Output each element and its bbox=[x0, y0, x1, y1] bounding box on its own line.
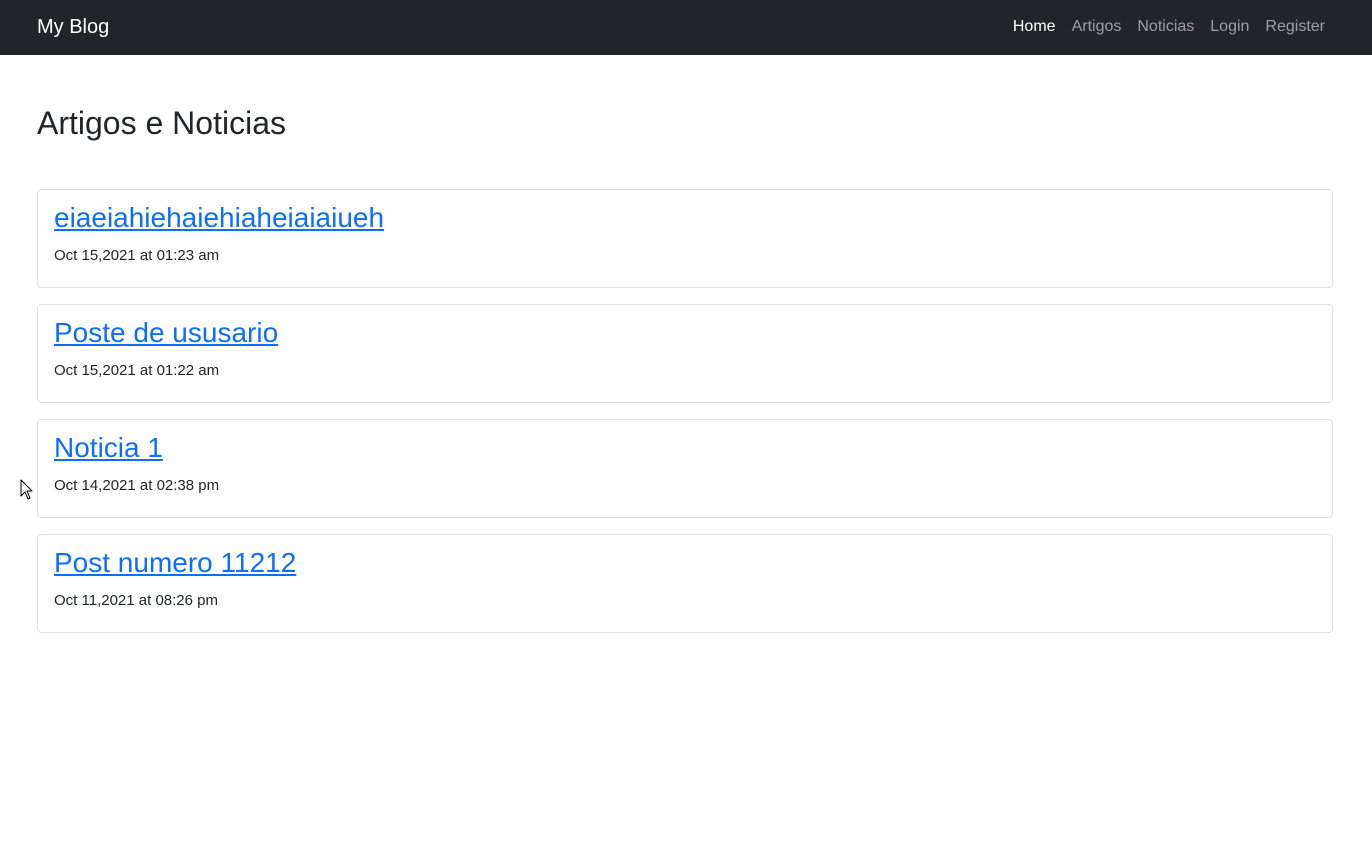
nav-item-noticias: Noticias bbox=[1137, 16, 1194, 38]
brand-link[interactable]: My Blog bbox=[37, 14, 109, 41]
nav-link-login[interactable]: Login bbox=[1210, 18, 1249, 35]
post-card: Noticia 1 Oct 14,2021 at 02:38 pm bbox=[37, 419, 1333, 518]
page-title: Artigos e Noticias bbox=[37, 105, 286, 141]
post-title-link[interactable]: Poste de ususario bbox=[54, 316, 278, 350]
post-title-link[interactable]: Post numero 11212 bbox=[54, 546, 296, 580]
nav-link-home[interactable]: Home bbox=[1013, 18, 1056, 35]
nav-item-login: Login bbox=[1210, 16, 1249, 38]
nav-item-home: Home bbox=[1013, 16, 1056, 38]
post-card: eiaeiahiehaiehiaheiaiaiueh Oct 15,2021 a… bbox=[37, 189, 1333, 288]
top-navbar: My Blog Home Artigos Noticias Login Regi… bbox=[0, 0, 1372, 55]
nav-item-register: Register bbox=[1265, 16, 1325, 38]
post-date: Oct 11,2021 at 08:26 pm bbox=[54, 592, 218, 609]
nav-link-register[interactable]: Register bbox=[1265, 18, 1325, 35]
post-card: Post numero 11212 Oct 11,2021 at 08:26 p… bbox=[37, 534, 1333, 633]
nav-item-artigos: Artigos bbox=[1072, 16, 1122, 38]
post-title-link[interactable]: Noticia 1 bbox=[54, 431, 163, 465]
mouse-pointer-icon bbox=[20, 479, 33, 500]
post-card: Poste de ususario Oct 15,2021 at 01:22 a… bbox=[37, 304, 1333, 403]
post-date: Oct 15,2021 at 01:22 am bbox=[54, 362, 220, 379]
post-list: eiaeiahiehaiehiaheiaiaiueh Oct 15,2021 a… bbox=[37, 189, 1333, 649]
post-date: Oct 14,2021 at 02:38 pm bbox=[54, 477, 220, 494]
post-title-link[interactable]: eiaeiahiehaiehiaheiaiaiueh bbox=[54, 201, 384, 235]
nav-menu: Home Artigos Noticias Login Register bbox=[1013, 16, 1325, 38]
post-date: Oct 15,2021 at 01:23 am bbox=[54, 247, 220, 264]
nav-link-noticias[interactable]: Noticias bbox=[1137, 18, 1194, 35]
nav-link-artigos[interactable]: Artigos bbox=[1072, 18, 1122, 35]
